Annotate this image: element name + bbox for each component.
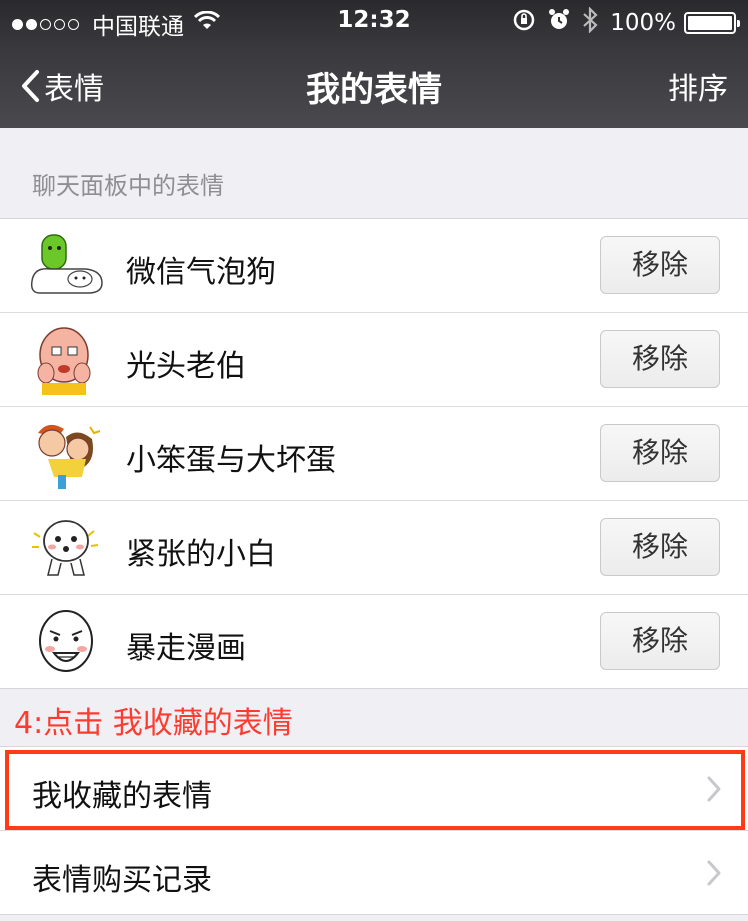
section-header: 聊天面板中的表情 <box>32 172 224 200</box>
bubble-dog-icon <box>30 234 103 294</box>
my-favorite-stickers-item[interactable]: 我收藏的表情 <box>0 747 748 830</box>
sticker-name: 光头老伯 <box>126 349 246 384</box>
nervous-white-icon <box>32 520 99 576</box>
remove-button[interactable]: 移除 <box>600 518 720 576</box>
sticker-name: 暴走漫画 <box>126 631 246 666</box>
alarm-icon <box>548 8 570 38</box>
chevron-right-icon <box>707 776 721 802</box>
link-label: 我收藏的表情 <box>32 779 212 814</box>
list-item: 紧张的小白 移除 <box>0 501 748 595</box>
sticker-name: 小笨蛋与大坏蛋 <box>126 443 336 478</box>
list-item: 暴走漫画 移除 <box>0 595 748 688</box>
navigation-bar: 表情 我的表情 排序 <box>0 40 748 128</box>
sticker-name: 微信气泡狗 <box>126 255 276 290</box>
sticker-name: 紧张的小白 <box>126 537 276 572</box>
remove-button[interactable]: 移除 <box>600 236 720 294</box>
bluetooth-icon <box>582 6 598 39</box>
annotation-instruction: 4:点击 我收藏的表情 <box>14 706 293 741</box>
chevron-right-icon <box>707 860 721 886</box>
rotation-lock-icon <box>512 8 536 38</box>
page-title: 我的表情 <box>306 70 442 110</box>
sticker-purchase-history-item[interactable]: 表情购买记录 <box>0 830 748 914</box>
remove-button[interactable]: 移除 <box>600 424 720 482</box>
battery-icon <box>684 12 740 34</box>
bald-old-man-icon <box>37 327 91 395</box>
sort-button[interactable]: 排序 <box>668 64 728 108</box>
remove-button[interactable]: 移除 <box>600 330 720 388</box>
silly-and-bad-egg-icon <box>38 424 101 489</box>
rage-comic-icon <box>39 610 93 672</box>
link-label: 表情购买记录 <box>32 863 212 898</box>
list-item: 小笨蛋与大坏蛋 移除 <box>0 407 748 501</box>
sticker-list: 微信气泡狗 移除 光头老伯 移除 小笨蛋与大坏蛋 移除 紧张的小白 移除 暴走漫… <box>0 218 748 689</box>
battery-percent: 100% <box>610 10 676 36</box>
list-item: 微信气泡狗 移除 <box>0 219 748 313</box>
status-bar: 中国联通 12:32 100% <box>0 0 748 40</box>
remove-button[interactable]: 移除 <box>600 612 720 670</box>
list-item: 光头老伯 移除 <box>0 313 748 407</box>
settings-link-list: 我收藏的表情 表情购买记录 <box>0 746 748 915</box>
top-bar: 中国联通 12:32 100% 表情 我的表情 排序 <box>0 0 748 128</box>
